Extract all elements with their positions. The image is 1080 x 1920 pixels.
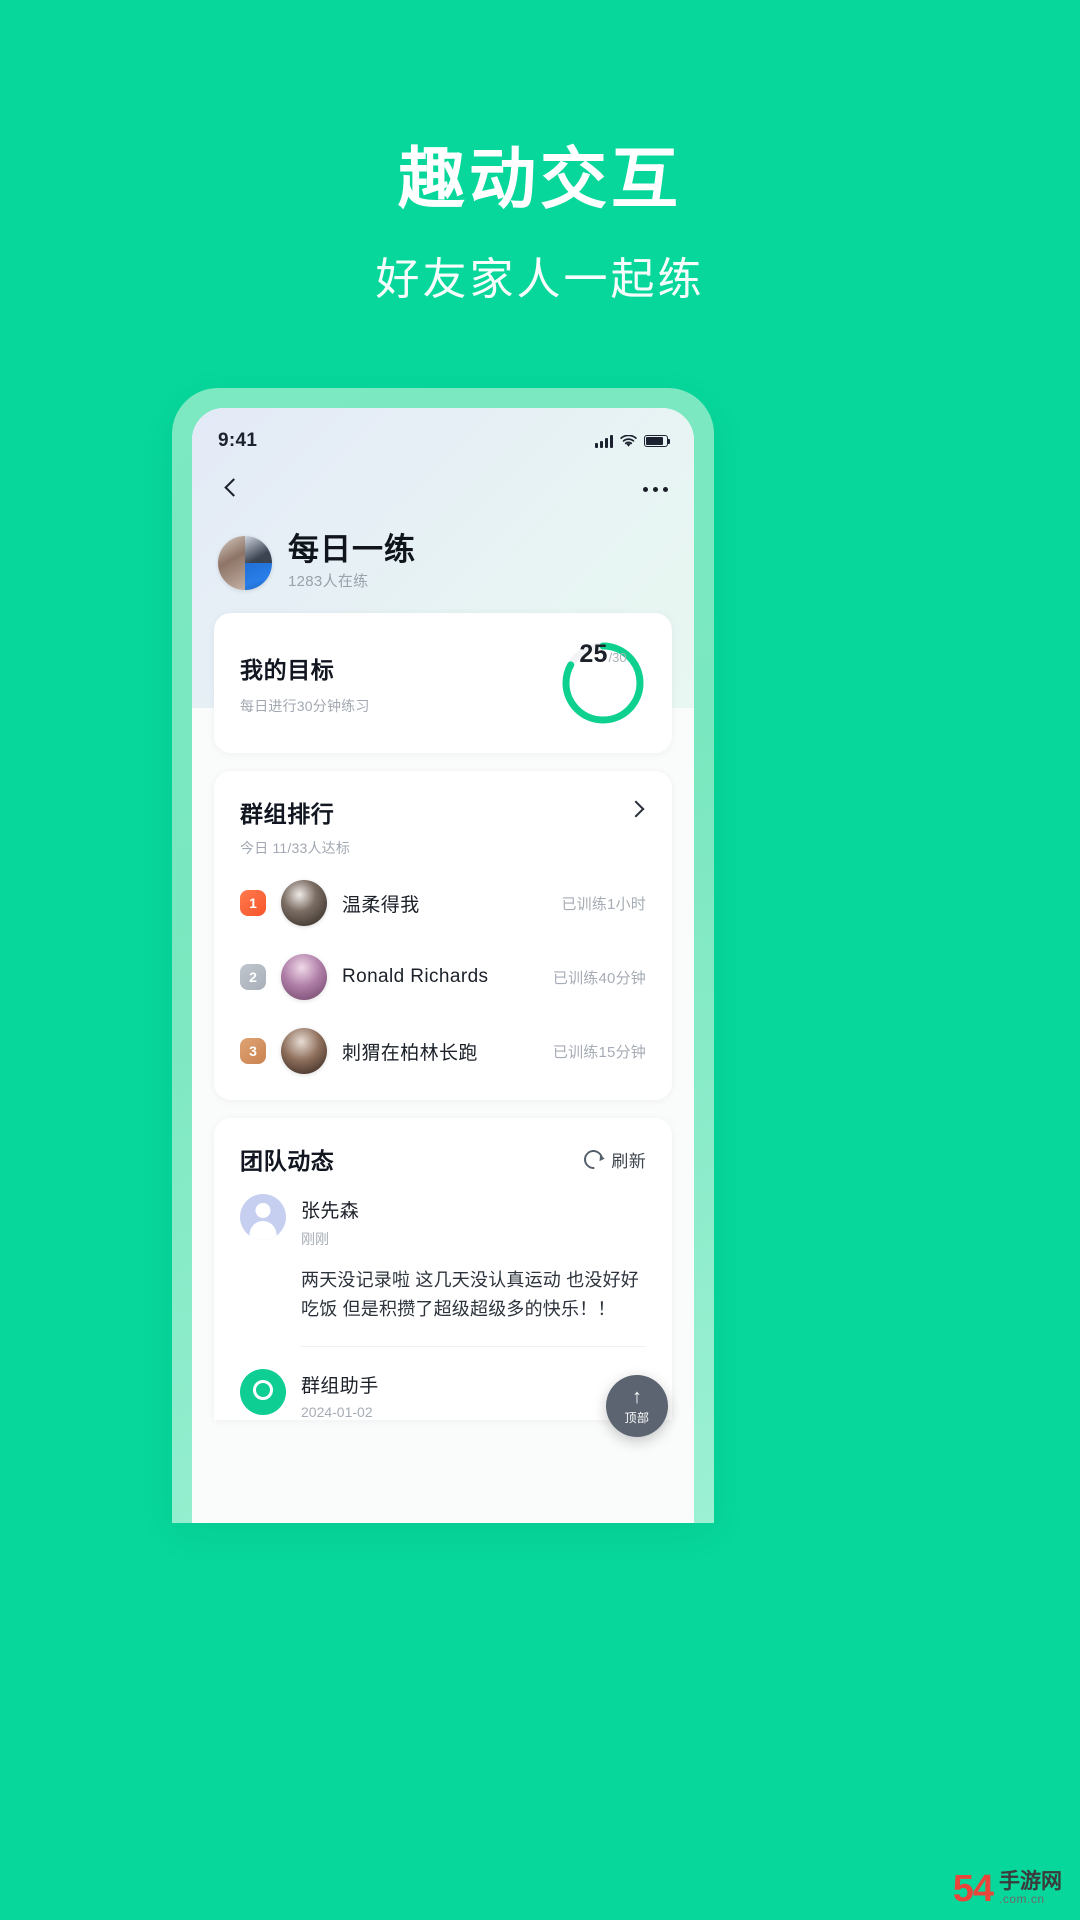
group-member-count: 1283人在练 [288,573,369,590]
ranking-subtitle: 今日 11/33人达标 [240,840,351,856]
table-row[interactable]: 2 Ronald Richards 已训练40分钟 [214,940,672,1014]
group-ranking-card: 群组排行 今日 11/33人达标 1 温柔得我 已训练1小时 2 Ronald … [214,771,672,1100]
status-bar: 9:41 [192,408,694,460]
phone-screen: 9:41 每日一练 1283人在练 我的目标 每日进行30分钟练习 25 /30… [192,408,694,1523]
chevron-right-icon[interactable] [626,799,646,819]
post-author: 张先森 [301,1201,360,1222]
battery-icon [644,435,671,447]
rank-badge: 3 [240,1038,266,1064]
refresh-label: 刷新 [611,1151,646,1171]
goal-denominator: /30 [608,650,627,665]
phone-mockup: 9:41 每日一练 1283人在练 我的目标 每日进行30分钟练习 25 /30… [172,388,714,1523]
rank-user-duration: 已训练15分钟 [552,1043,646,1061]
ranking-title: 群组排行 [240,801,335,827]
refresh-icon [580,1145,608,1173]
avatar [281,1028,327,1074]
rank-user-name: 刺猬在柏林长跑 [342,1042,478,1064]
post-time: 刚刚 [301,1231,329,1247]
more-options-icon[interactable] [643,486,668,492]
group-name: 每日一练 [288,532,416,567]
back-to-top-button[interactable]: ↑ 顶部 [606,1375,668,1437]
goal-subtitle: 每日进行30分钟练习 [240,697,370,714]
post-author: 群组助手 [301,1376,379,1398]
avatar [240,1369,286,1416]
rank-user-name: Ronald Richards [342,966,489,987]
goal-progress-ring: 25 /30 [560,640,646,726]
arrow-up-icon: ↑ [632,1385,642,1408]
watermark-line1: 手游网 [999,1870,1062,1894]
back-icon[interactable] [218,476,244,502]
back-to-top-label: 顶部 [624,1410,650,1425]
post-body: 两天没记录啦 这几天没认真运动 也没好好吃饭 但是积攒了超级超级多的快乐！！ [301,1270,639,1320]
site-watermark: 54 手游网 .com.cn [952,1867,1062,1910]
promo-title: 趣动交互 [398,142,682,217]
table-row[interactable]: 3 刺猬在柏林长跑 已训练15分钟 [214,1014,672,1088]
rank-user-duration: 已训练40分钟 [552,969,646,987]
promo-subtitle: 好友家人一起练 [375,254,705,304]
avatar [281,880,327,926]
signal-icon [595,434,613,448]
watermark-line2: .com.cn [999,1892,1045,1907]
feed-title: 团队动态 [240,1148,335,1174]
my-goal-card[interactable]: 我的目标 每日进行30分钟练习 25 /30 [214,613,672,753]
goal-title: 我的目标 [240,656,335,683]
status-time: 9:41 [218,430,258,451]
avatar [240,1194,286,1240]
team-feed-card: 团队动态 刷新 张先森 刚刚 两天没记录啦 这几天没认真运动 也没好好吃饭 但是… [214,1118,672,1421]
rank-badge: 1 [240,890,266,916]
rank-user-name: 温柔得我 [342,894,420,916]
table-row[interactable]: 1 温柔得我 已训练1小时 [214,866,672,940]
list-item[interactable]: 群组助手 2024-01-02 [214,1347,672,1420]
avatar [281,954,327,1000]
rank-badge: 2 [240,964,266,990]
group-header[interactable]: 每日一练 1283人在练 [192,518,694,613]
post-time: 2024-01-02 [301,1404,373,1421]
goal-value: 25 [579,640,608,668]
wifi-icon [620,434,637,447]
rank-user-duration: 已训练1小时 [561,895,646,913]
promo-header: 趣动交互 好友家人一起练 [0,0,1080,307]
list-item[interactable]: 张先森 刚刚 两天没记录啦 这几天没认真运动 也没好好吃饭 但是积攒了超级超级多… [214,1194,672,1348]
app-nav-bar [192,460,694,518]
refresh-button[interactable]: 刷新 [580,1145,646,1173]
watermark-number: 54 [952,1867,994,1910]
group-avatar [218,535,272,590]
